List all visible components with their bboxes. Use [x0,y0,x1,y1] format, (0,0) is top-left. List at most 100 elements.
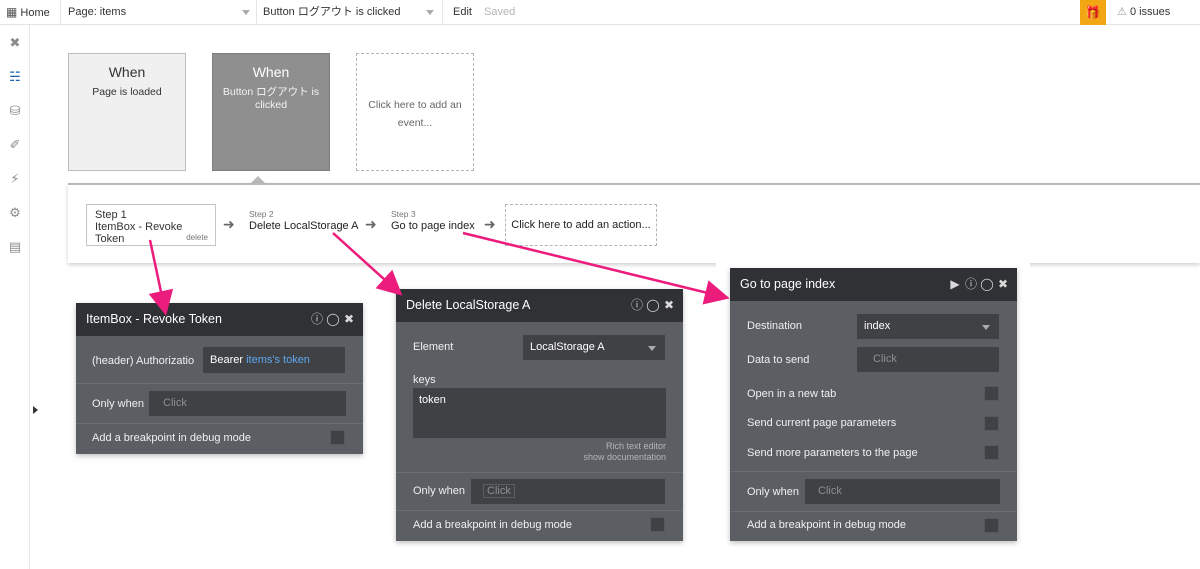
add-event-label: Click here to add an event... [368,99,462,129]
open-new-tab-checkbox[interactable] [984,386,999,401]
chevron-down-icon [426,10,434,15]
chevron-down-icon [242,10,250,15]
panel-title: ItemBox - Revoke Token [86,312,222,326]
header-authorization-input[interactable]: Bearer items's token [203,347,345,373]
event-description: Button ログアウト is clicked [222,86,320,111]
data-to-send-label: Data to send [747,354,810,366]
close-icon[interactable]: ✖ [661,289,677,322]
rich-text-editor-link[interactable]: Rich text editor [606,441,666,451]
divider [396,472,683,473]
only-when-placeholder: Click [163,397,187,409]
workflow-icon[interactable]: ☵ [5,67,25,87]
action-panel-revoke-token: ItemBox - Revoke Token ⓘ ◯ ✖ (header) Auth… [76,303,363,454]
divider [730,471,1017,472]
styles-icon[interactable]: ✐ [5,135,25,155]
header-authorization-label: (header) Authorizatio [92,355,195,367]
data-to-send-placeholder: Click [873,353,897,365]
only-when-label: Only when [413,485,465,497]
info-icon[interactable]: ⓘ [629,289,645,322]
logs-icon[interactable]: ▤ [5,237,25,257]
arrow-right-icon: ➜ [484,216,496,232]
workflow-selector[interactable]: Button ログアウト is clicked [263,0,441,25]
divider [730,511,1017,512]
breakpoint-label: Add a breakpoint in debug mode [413,519,573,531]
issues-button[interactable]: ⚠ 0 issues [1117,0,1170,25]
only-when-input[interactable]: Click [149,391,346,416]
arrow-right-icon: ➜ [223,216,235,232]
breakpoint-checkbox[interactable] [650,517,665,532]
event-page-is-loaded[interactable]: When Page is loaded [68,53,186,171]
info-icon[interactable]: ⓘ [963,268,979,301]
selected-event-pointer [251,176,265,183]
step-label: Step 1 [95,209,127,221]
element-dropdown[interactable]: LocalStorage A [523,335,665,360]
send-more-params-label: Send more parameters to the page [747,447,918,459]
step-name: Delete LocalStorage A [249,220,359,232]
send-page-params-label: Send current page parameters [747,417,897,429]
workflow-selector-label: Button ログアウト is clicked [263,6,401,18]
only-when-label: Only when [92,398,144,410]
plugins-icon[interactable]: ⚡ [5,169,25,189]
panel-title: Delete LocalStorage A [406,298,531,312]
info-icon[interactable]: ⓘ [309,303,325,336]
panel-header: Go to page index ▶ ⓘ ◯ ✖ [730,268,1017,301]
panel-header: ItemBox - Revoke Token ⓘ ◯ ✖ [76,303,363,336]
issues-label: 0 issues [1129,6,1171,18]
edit-menu[interactable]: Edit [453,0,472,25]
destination-dropdown[interactable]: index [857,314,999,339]
element-value: LocalStorage A [530,341,605,353]
keys-input[interactable]: token [413,388,666,438]
home-button[interactable]: ▦ Home [6,0,50,25]
open-new-tab-label: Open in a new tab [747,388,837,400]
expand-panel-icon[interactable] [33,406,38,414]
divider [442,0,443,25]
data-to-send-input[interactable]: Click [857,347,999,372]
add-action-button[interactable]: Click here to add an action... [505,204,657,246]
delete-step-link[interactable]: delete [186,233,208,242]
gift-icon[interactable]: 🎁 [1080,0,1106,25]
action-panel-delete-localstorage: Delete LocalStorage A ⓘ ◯ ✖ Element LocalS… [396,289,683,541]
add-event-button[interactable]: Click here to add an event... [356,53,474,171]
breakpoint-checkbox[interactable] [330,430,345,445]
step-1[interactable]: Step 1 ItemBox - Revoke Token delete [86,204,216,246]
settings-icon[interactable]: ⚙ [5,203,25,223]
comment-icon[interactable]: ◯ [645,289,661,322]
show-documentation-link[interactable]: show documentation [583,452,666,462]
divider [76,423,363,424]
breakpoint-label: Add a breakpoint in debug mode [747,519,907,531]
warning-icon: ⚠ [1117,6,1127,18]
divider [396,510,683,511]
edit-label: Edit [453,6,472,18]
step-label: Step 3 [391,209,416,219]
close-icon[interactable]: ✖ [995,268,1011,301]
send-page-params-checkbox[interactable] [984,416,999,431]
data-icon[interactable]: ⛁ [5,101,25,121]
top-bar: ▦ Home Page: items Button ログアウト is click… [0,0,1200,25]
step-2[interactable]: Step 2 Delete LocalStorage A [249,209,358,232]
divider [76,383,363,384]
event-button-clicked[interactable]: When Button ログアウト is clicked [212,53,330,171]
page-selector[interactable]: Page: items [68,0,253,25]
send-more-params-checkbox[interactable] [984,445,999,460]
comment-icon[interactable]: ◯ [325,303,341,336]
comment-icon[interactable]: ◯ [979,268,995,301]
chevron-down-icon [982,325,990,330]
event-when-label: When [108,64,146,80]
breakpoint-label: Add a breakpoint in debug mode [92,432,252,444]
play-icon[interactable]: ▶ [947,268,963,301]
action-bar: Step 1 ItemBox - Revoke Token delete ➜ S… [68,183,1200,263]
design-icon[interactable]: ✖ [5,33,25,53]
step-3[interactable]: Step 3 Go to page index [391,209,475,232]
dynamic-expression[interactable]: items's token [246,354,310,366]
destination-value: index [864,320,891,332]
only-when-placeholder: Click [483,484,515,498]
only-when-input[interactable]: Click [471,479,665,504]
element-label: Element [413,341,454,353]
grid-icon: ▦ [6,5,18,19]
step-label: Step 2 [249,209,274,219]
home-label: Home [20,7,50,19]
close-icon[interactable]: ✖ [341,303,357,336]
keys-label: keys [413,374,436,386]
breakpoint-checkbox[interactable] [984,518,999,533]
only-when-input[interactable]: Click [805,479,1000,504]
